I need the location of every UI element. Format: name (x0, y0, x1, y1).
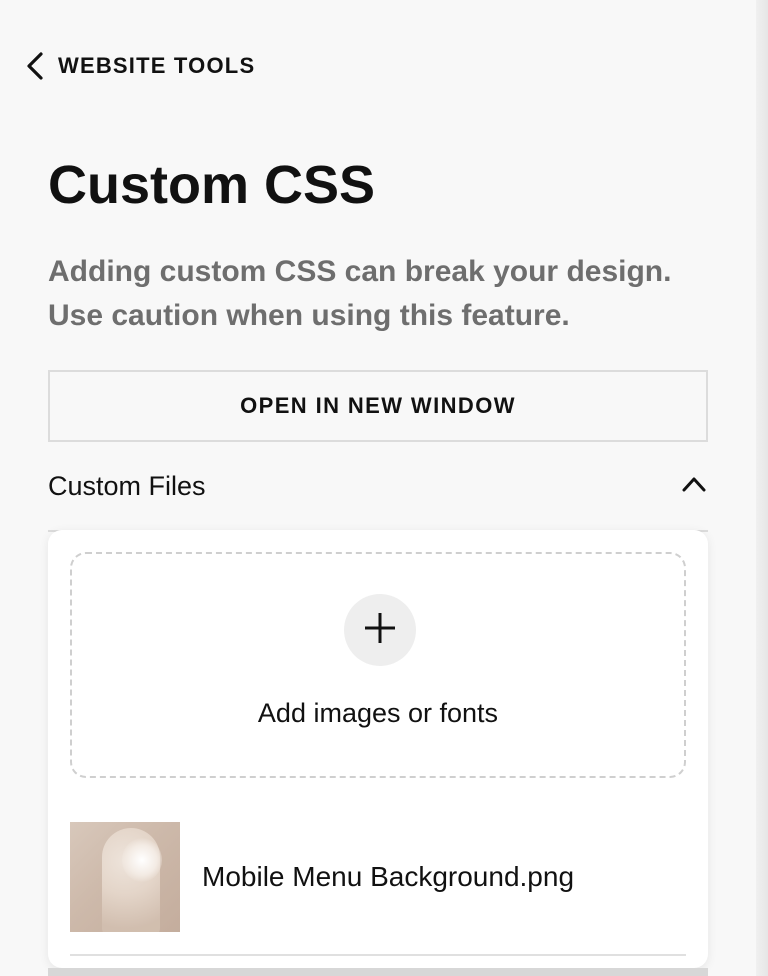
plus-icon (362, 610, 398, 651)
custom-css-panel: WEBSITE TOOLS Custom CSS Adding custom C… (0, 0, 756, 976)
open-in-new-window-button[interactable]: OPEN IN NEW WINDOW (48, 370, 708, 442)
back-link-label: WEBSITE TOOLS (58, 53, 256, 78)
page-title: Custom CSS (48, 155, 376, 215)
file-divider (70, 954, 686, 956)
panel-edge (756, 0, 768, 976)
custom-files-card: Add images or fonts Mobile Menu Backgrou… (48, 530, 708, 968)
custom-files-title: Custom Files (48, 470, 206, 501)
file-name: Mobile Menu Background.png (202, 861, 575, 892)
upload-dropzone[interactable]: Add images or fonts (70, 552, 686, 778)
add-file-button[interactable] (344, 594, 416, 666)
file-list-item[interactable]: Mobile Menu Background.png (70, 822, 686, 932)
file-thumbnail (70, 822, 180, 932)
scroll-hint (48, 968, 708, 976)
chevron-left-icon (24, 51, 46, 81)
chevron-up-icon[interactable] (680, 474, 708, 499)
back-to-website-tools-link[interactable]: WEBSITE TOOLS (24, 48, 255, 84)
upload-label: Add images or fonts (257, 698, 499, 728)
custom-files-header[interactable]: Custom Files (48, 462, 708, 510)
warning-text: Adding custom CSS can break your design.… (48, 255, 672, 332)
